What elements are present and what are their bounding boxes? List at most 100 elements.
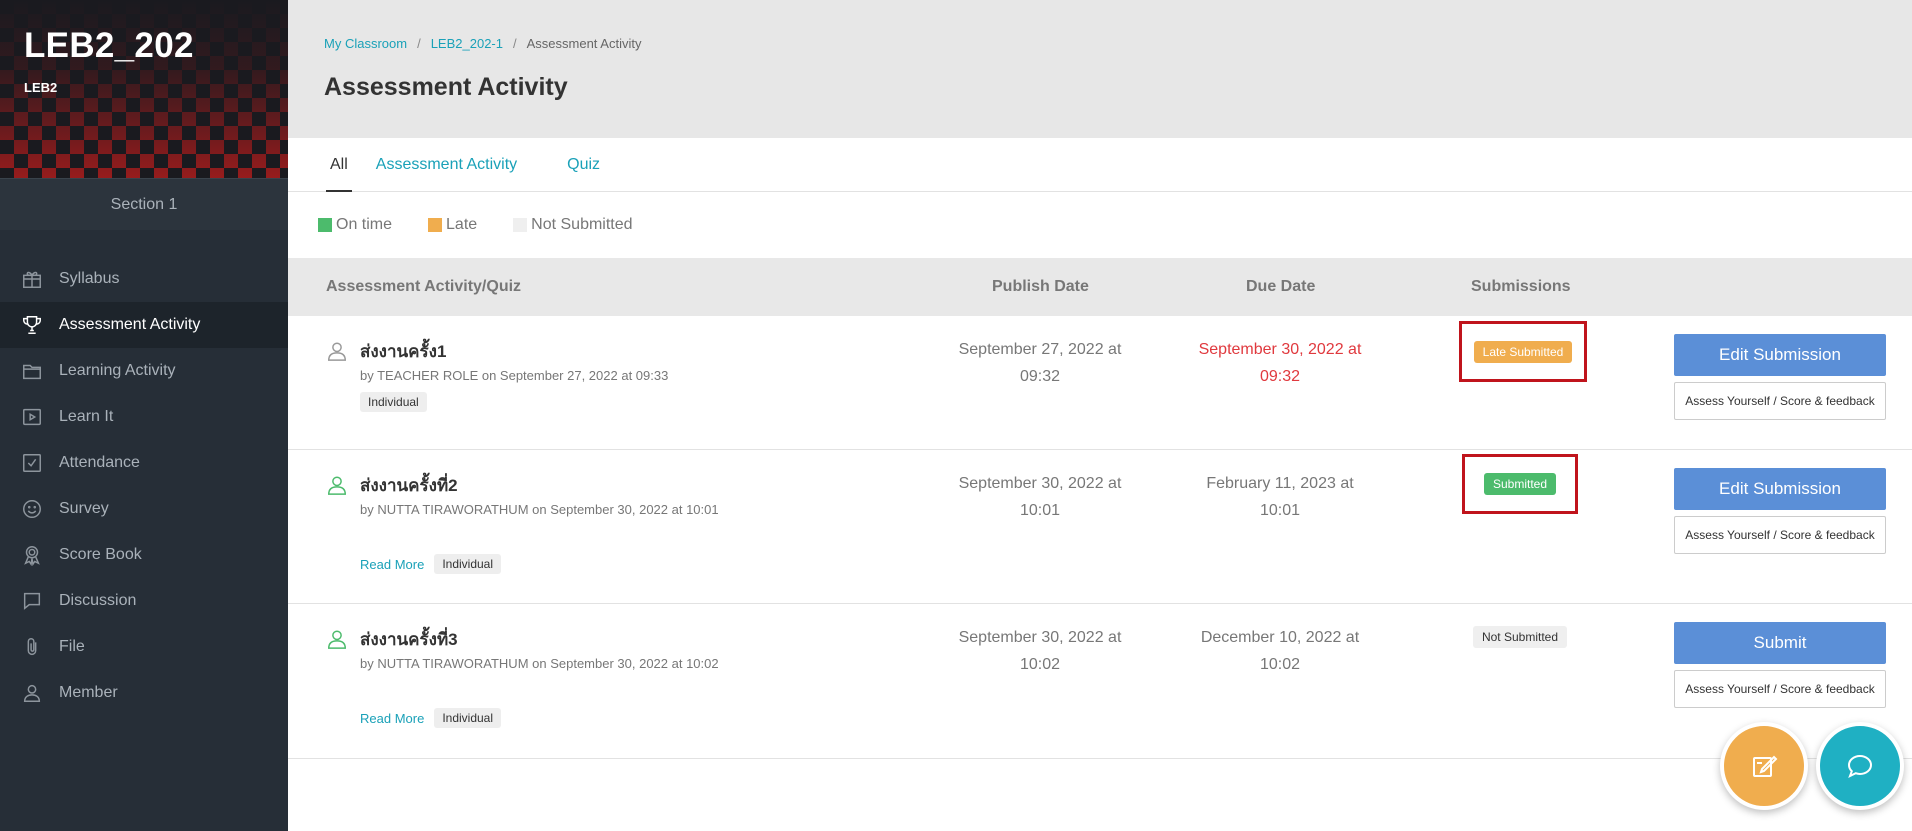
trophy-icon bbox=[20, 313, 44, 337]
due-date: December 10, 2022 at 10:02 bbox=[1180, 624, 1380, 678]
activity-tags: Read More Individual bbox=[360, 554, 502, 574]
sidebar-item-member[interactable]: Member bbox=[0, 670, 288, 716]
status-cell: Not Submitted bbox=[1462, 622, 1578, 652]
individual-badge: Individual bbox=[434, 708, 502, 728]
submit-button[interactable]: Submit bbox=[1674, 622, 1886, 664]
activity-tags: Individual bbox=[360, 392, 427, 412]
sidebar-item-discussion[interactable]: Discussion bbox=[0, 578, 288, 624]
read-more-link[interactable]: Read More bbox=[360, 557, 424, 572]
highlight-box: Submitted bbox=[1462, 454, 1578, 514]
column-header-publish-date: Publish Date bbox=[992, 278, 1089, 295]
assess-yourself-button[interactable]: Assess Yourself / Score & feedback bbox=[1674, 670, 1886, 708]
assess-yourself-button[interactable]: Assess Yourself / Score & feedback bbox=[1674, 382, 1886, 420]
smile-icon bbox=[20, 497, 44, 521]
sidebar-item-label: Score Book bbox=[59, 546, 142, 563]
sidebar-item-label: Syllabus bbox=[59, 270, 120, 287]
legend-swatch-orange bbox=[428, 218, 443, 232]
checkbox-icon bbox=[20, 451, 44, 475]
page-header: My Classroom / LEB2_202-1 / Assessment A… bbox=[288, 0, 1912, 138]
sidebar-item-label: File bbox=[59, 638, 85, 655]
user-outline-icon bbox=[326, 340, 348, 362]
legend-label: Not Submitted bbox=[531, 216, 633, 233]
sidebar-item-label: Assessment Activity bbox=[59, 316, 201, 333]
tab-assessment-activity[interactable]: Assessment Activity bbox=[376, 138, 517, 192]
sidebar-item-learn-it[interactable]: Learn It bbox=[0, 394, 288, 440]
publish-date: September 30, 2022 at 10:01 bbox=[940, 470, 1140, 524]
publish-date-line: September 30, 2022 at bbox=[958, 475, 1122, 492]
assess-yourself-button[interactable]: Assess Yourself / Score & feedback bbox=[1674, 516, 1886, 554]
play-icon bbox=[20, 405, 44, 429]
activity-title[interactable]: ส่งงานครั้งที่2 bbox=[360, 472, 458, 499]
chat-icon bbox=[20, 589, 44, 613]
status-badge: Not Submitted bbox=[1472, 626, 1568, 648]
sidebar-item-file[interactable]: File bbox=[0, 624, 288, 670]
sidebar-item-score-book[interactable]: Score Book bbox=[0, 532, 288, 578]
status-legend: On time Late Not Submitted bbox=[288, 192, 1912, 258]
chat-fab[interactable] bbox=[1816, 722, 1904, 810]
sidebar-item-survey[interactable]: Survey bbox=[0, 486, 288, 532]
user-icon bbox=[20, 681, 44, 705]
due-date-line: September 30, 2022 at bbox=[1198, 341, 1362, 358]
sidebar-item-label: Learning Activity bbox=[59, 362, 176, 379]
due-date-line: February 11, 2023 at bbox=[1206, 475, 1354, 492]
sidebar-item-attendance[interactable]: Attendance bbox=[0, 440, 288, 486]
page-title: Assessment Activity bbox=[324, 73, 568, 101]
sidebar-nav: Syllabus Assessment Activity Learning Ac… bbox=[0, 256, 288, 716]
legend-label: Late bbox=[446, 216, 478, 233]
legend-not-submitted: Not Submitted bbox=[513, 216, 633, 234]
due-date: February 11, 2023 at 10:01 bbox=[1180, 470, 1380, 524]
chat-bubble-icon bbox=[1847, 754, 1873, 779]
edit-note-fab[interactable] bbox=[1720, 722, 1808, 810]
table-row: ส่งงานครั้งที่3 by NUTTA TIRAWORATHUM on… bbox=[288, 604, 1912, 759]
award-icon bbox=[20, 543, 44, 567]
filter-tabs: All Assessment Activity Quiz bbox=[288, 138, 1912, 192]
activity-title[interactable]: ส่งงานครั้งที่3 bbox=[360, 626, 458, 653]
activity-title[interactable]: ส่งงานครั้ง1 bbox=[360, 338, 446, 365]
legend-on-time: On time bbox=[318, 216, 392, 234]
folder-icon bbox=[20, 359, 44, 383]
course-title: LEB2_202 bbox=[24, 26, 194, 65]
sidebar-item-assessment-activity[interactable]: Assessment Activity bbox=[0, 302, 288, 348]
breadcrumb-separator: / bbox=[417, 36, 421, 51]
individual-badge: Individual bbox=[360, 392, 427, 412]
sidebar-item-label: Member bbox=[59, 684, 118, 701]
individual-badge: Individual bbox=[434, 554, 502, 574]
due-time-line: 10:02 bbox=[1259, 656, 1301, 673]
legend-label: On time bbox=[336, 216, 393, 233]
sidebar-item-syllabus[interactable]: Syllabus bbox=[0, 256, 288, 302]
sidebar-item-learning-activity[interactable]: Learning Activity bbox=[0, 348, 288, 394]
breadcrumb-my-classroom[interactable]: My Classroom bbox=[324, 36, 407, 51]
activity-author: by NUTTA TIRAWORATHUM on September 30, 2… bbox=[360, 656, 719, 671]
column-header-submissions: Submissions bbox=[1471, 278, 1571, 295]
table-header: Assessment Activity/Quiz Publish Date Du… bbox=[288, 258, 1912, 316]
sidebar-item-label: Attendance bbox=[59, 454, 140, 471]
section-selector[interactable]: Section 1 bbox=[0, 178, 288, 230]
edit-note-icon bbox=[1753, 755, 1778, 777]
breadcrumb-separator: / bbox=[512, 36, 517, 51]
highlight-box: Late Submitted bbox=[1459, 321, 1587, 382]
activity-tags: Read More Individual bbox=[360, 708, 502, 728]
user-outline-icon bbox=[326, 628, 348, 650]
due-time-line: 09:32 bbox=[1259, 368, 1301, 385]
course-code: LEB2 bbox=[24, 80, 58, 95]
sidebar: LEB2_202 LEB2 Section 1 Syllabus Assessm… bbox=[0, 0, 288, 831]
edit-submission-button[interactable]: Edit Submission bbox=[1674, 334, 1886, 376]
tab-quiz[interactable]: Quiz bbox=[567, 138, 600, 192]
legend-late: Late bbox=[428, 216, 477, 234]
sidebar-item-label: Survey bbox=[59, 500, 109, 517]
breadcrumb-current: Assessment Activity bbox=[526, 36, 642, 51]
legend-swatch-grey bbox=[513, 218, 528, 232]
activity-author: by NUTTA TIRAWORATHUM on September 30, 2… bbox=[360, 502, 719, 517]
due-date-line: December 10, 2022 at bbox=[1200, 629, 1360, 646]
legend-swatch-green bbox=[318, 218, 332, 232]
due-date: September 30, 2022 at 09:32 bbox=[1180, 336, 1380, 390]
due-time-line: 10:01 bbox=[1259, 502, 1301, 519]
read-more-link[interactable]: Read More bbox=[360, 711, 424, 726]
publish-date: September 27, 2022 at 09:32 bbox=[940, 336, 1140, 390]
sidebar-item-label: Learn It bbox=[59, 408, 114, 425]
breadcrumb-course[interactable]: LEB2_202-1 bbox=[431, 36, 503, 51]
main-content: My Classroom / LEB2_202-1 / Assessment A… bbox=[288, 0, 1912, 831]
course-banner: LEB2_202 LEB2 bbox=[0, 0, 288, 178]
edit-submission-button[interactable]: Edit Submission bbox=[1674, 468, 1886, 510]
tab-all[interactable]: All bbox=[326, 138, 352, 192]
